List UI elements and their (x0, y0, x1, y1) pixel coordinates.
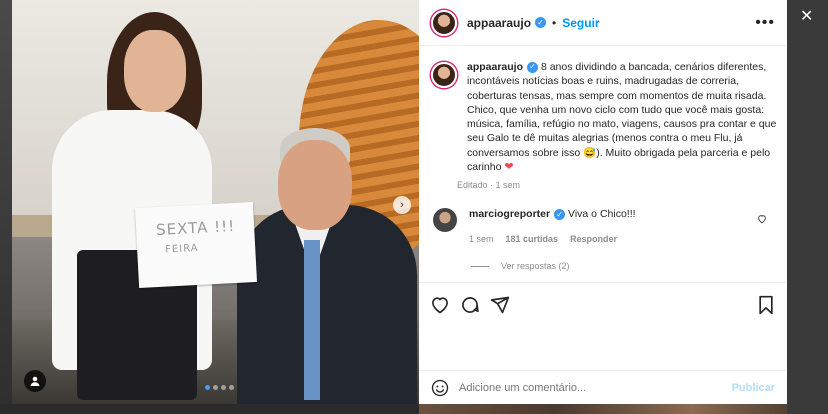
post-author-username[interactable]: appaaraujo (467, 16, 531, 30)
comment-body: marciogreporter ✓ Viva o Chico!!! 1 sem 1… (469, 208, 636, 244)
next-arrow-icon[interactable]: › (393, 196, 411, 214)
comment-likes[interactable]: 181 curtidas (506, 234, 559, 244)
verified-badge-icon: ✓ (535, 17, 547, 28)
caption-avatar[interactable] (431, 62, 457, 88)
more-options-icon[interactable]: ••• (755, 14, 775, 32)
background-strip (0, 404, 419, 414)
woman-figure-face (124, 30, 186, 112)
comment-avatar[interactable] (433, 208, 457, 232)
post-details-panel: appaaraujo ✓ • Seguir ••• appaaraujo ✓ 8 … (419, 0, 787, 404)
paper-sign: SEXTA !!! FEIRA (134, 201, 258, 289)
post-header: appaaraujo ✓ • Seguir ••• (419, 0, 787, 46)
man-figure-face (278, 140, 352, 230)
verified-badge-icon: ✓ (554, 208, 566, 220)
background-strip-thumbnails (419, 404, 828, 414)
follow-button[interactable]: Seguir (562, 16, 599, 30)
tag-user-icon[interactable] (24, 370, 46, 392)
carousel-dot (221, 385, 226, 390)
comment-like-heart-icon[interactable] (757, 214, 767, 227)
man-figure-tie (304, 240, 320, 400)
carousel-dot-active (205, 385, 210, 390)
sign-text-line1: SEXTA !!! (155, 216, 236, 240)
view-replies-label: Ver respostas (2) (501, 261, 570, 271)
post-caption: appaaraujo ✓ 8 anos dividindo a bancada, … (431, 60, 777, 190)
view-replies-button[interactable]: Ver respostas (2) (471, 261, 570, 271)
post-image[interactable]: SEXTA !!! FEIRA › (12, 0, 419, 404)
sign-text-line2: FEIRA (164, 242, 199, 256)
separator-dot: • (552, 15, 557, 30)
verified-badge-icon: ✓ (527, 61, 539, 73)
carousel-dots (205, 385, 234, 390)
replies-divider (471, 265, 489, 267)
comment-username[interactable]: marciogreporter (469, 208, 550, 220)
emoji-icon[interactable] (431, 379, 449, 397)
comment-input[interactable] (459, 381, 732, 394)
carousel-dot (229, 385, 234, 390)
comment-meta: 1 sem 181 curtidas Responder (469, 234, 636, 244)
publish-button[interactable]: Publicar (732, 382, 775, 394)
comment-composer: Publicar (419, 370, 787, 404)
heart-icon[interactable] (429, 294, 451, 316)
modal-backdrop-right[interactable] (787, 0, 828, 414)
caption-text: 8 anos dividindo a bancada, cenários dif… (467, 61, 777, 174)
reply-button[interactable]: Responder (570, 234, 617, 244)
red-heart-emoji: ❤ (504, 161, 514, 174)
bookmark-icon[interactable] (755, 294, 777, 316)
caption-username[interactable]: appaaraujo (467, 61, 523, 73)
caption-edited-time: Editado · 1 sem (457, 180, 521, 191)
comment-item: marciogreporter ✓ Viva o Chico!!! 1 sem 1… (431, 208, 777, 244)
close-icon[interactable]: ✕ (800, 6, 813, 26)
post-actions-bar (419, 282, 787, 326)
avatar[interactable] (431, 9, 457, 36)
comment-text: Viva o Chico!!! (568, 208, 636, 220)
comment-icon[interactable] (459, 294, 481, 316)
caption-text-block: appaaraujo ✓ 8 anos dividindo a bancada, … (467, 60, 777, 174)
comment-time: 1 sem (469, 234, 494, 244)
share-icon[interactable] (489, 294, 511, 316)
carousel-dot (213, 385, 218, 390)
